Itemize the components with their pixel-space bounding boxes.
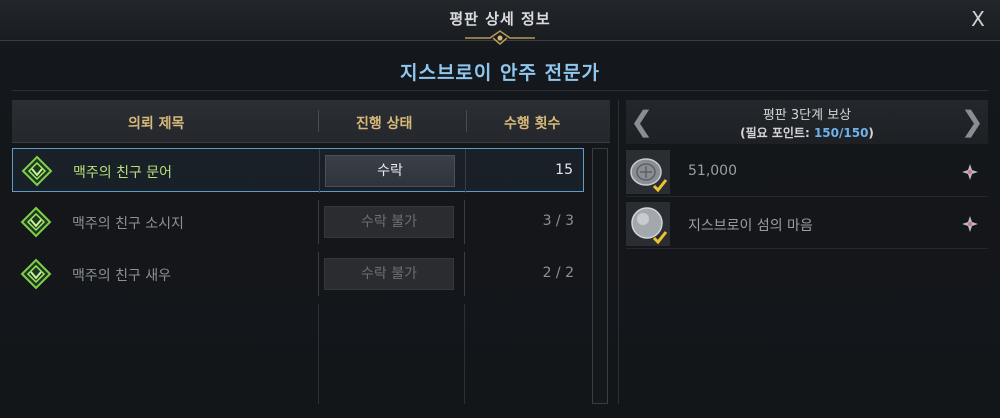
column-separator [318,252,319,296]
accept-button[interactable]: 수락 [325,155,455,187]
quest-list-scrollbar[interactable] [592,148,608,404]
reward-stage-title: 평판 3단계 보상 [762,108,852,123]
column-separator [464,304,465,404]
quest-row-sausage[interactable]: 맥주의 친구 소시지 수락 불가 3 / 3 [12,200,584,244]
quest-title: 맥주의 친구 새우 [72,268,172,284]
quest-icon [20,258,52,290]
next-stage-chevron-right-icon[interactable]: ❯ [961,104,984,140]
title-ornament-icon [465,30,535,45]
header-count: 수행 횟수 [504,116,561,132]
divider [12,90,988,91]
quest-count: 2 / 2 [542,265,574,281]
header-separator [318,110,319,132]
reward-name: 지스브로이 섬의 마음 [688,218,813,234]
points-value: 150/150 [813,126,869,140]
column-separator [319,149,320,193]
reward-item[interactable]: 지스브로이 섬의 마음 [626,200,988,249]
header-quest-title: 의뢰 제목 [128,116,185,132]
column-separator [318,304,319,404]
reward-name: 51,000 [688,163,737,179]
points-label: (필요 포인트: [740,126,814,140]
window-title: 평판 상세 정보 [449,10,551,28]
quest-title: 맥주의 친구 소시지 [72,216,184,232]
panel-separator [618,100,619,404]
island-heart-icon [626,202,670,246]
quest-icon [21,155,53,187]
reward-header: ❮ 평판 3단계 보상 (필요 포인트: 150/150) ❯ [626,100,988,144]
reputation-name: 지스브로이 안주 전문가 [399,62,601,84]
quest-icon [20,206,52,238]
quest-table-header: 의뢰 제목 진행 상태 수행 횟수 [12,100,610,143]
column-separator [465,149,466,193]
cannot-accept-button[interactable]: 수락 불가 [324,206,454,238]
quest-row-shrimp[interactable]: 맥주의 친구 새우 수락 불가 2 / 2 [12,252,584,296]
column-separator [464,252,465,296]
column-separator [464,200,465,244]
reputation-detail-window: 평판 상세 정보 X 지스브로이 안주 전문가 의뢰 제목 진행 상태 수행 횟… [0,0,1000,418]
quest-count: 3 / 3 [542,213,574,229]
column-separator [318,200,319,244]
header-status: 진행 상태 [356,116,413,132]
silver-coin-icon [626,150,670,194]
quest-row-octopus[interactable]: 맥주의 친구 문어 수락 15 [12,148,584,193]
sparkle-icon [962,164,978,180]
close-button[interactable]: X [968,8,988,30]
cannot-accept-button[interactable]: 수락 불가 [324,258,454,290]
required-points: (필요 포인트: 150/150) [626,124,988,141]
quest-title: 맥주의 친구 문어 [73,165,173,181]
reward-item[interactable]: 51,000 [626,148,988,197]
quest-count: 15 [555,162,573,178]
header-separator [466,110,467,132]
sparkle-icon [962,216,978,232]
points-close: ) [868,126,874,140]
title-bar: 평판 상세 정보 X [0,0,1000,45]
